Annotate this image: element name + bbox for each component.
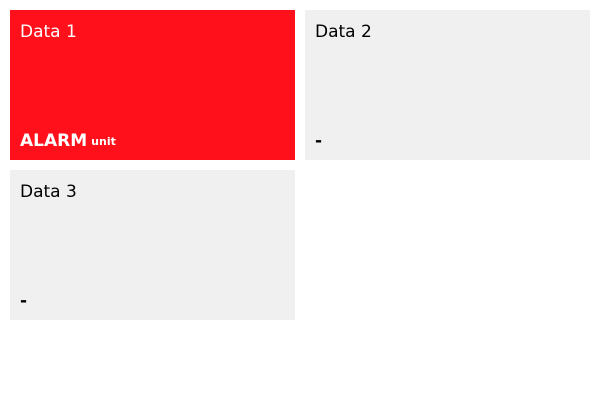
tile-title: Data 2 [315,22,372,42]
tile-title: Data 3 [20,182,77,202]
tile-value-text: - [20,290,28,311]
tile-unit: unit [91,134,116,148]
tile-value-text: - [315,130,323,151]
tile-value: - [20,291,31,311]
data-tile-3[interactable]: Data 3 - [10,170,295,320]
tile-title: Data 1 [20,22,77,42]
tile-value-text: ALARM [20,130,88,151]
dashboard-grid: Data 1 ALARM unit Data 2 - Data 3 - [0,0,600,400]
data-tile-1[interactable]: Data 1 ALARM unit [10,10,295,160]
tile-value: ALARM unit [20,131,116,151]
tile-value: - [315,131,326,151]
data-tile-2[interactable]: Data 2 - [305,10,590,160]
